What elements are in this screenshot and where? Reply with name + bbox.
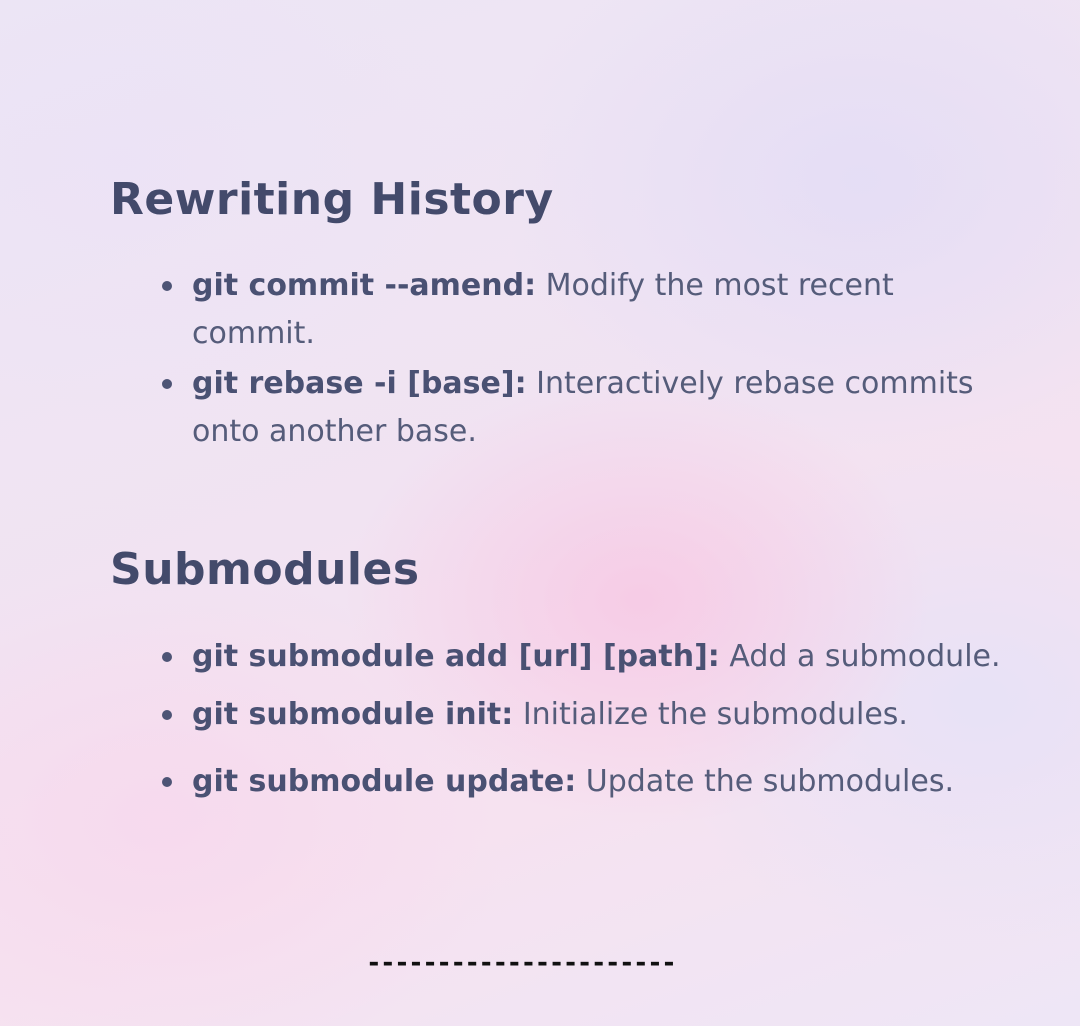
command-name: git submodule init: — [192, 697, 514, 732]
command-name: git submodule add [url] [path]: — [192, 639, 720, 674]
bullet-icon — [162, 281, 172, 291]
dashed-divider: ---------------------- — [366, 948, 677, 978]
command-name: git submodule update: — [192, 764, 577, 799]
list-item-git-rebase: git rebase -i [base]: Interactively reba… — [160, 360, 1020, 456]
list-item-git-submodule-update: git submodule update: Update the submodu… — [160, 758, 1020, 806]
command-name: git commit --amend: — [192, 268, 537, 303]
command-description: Add a submodule. — [719, 639, 1001, 674]
list-item-git-submodule-init: git submodule init: Initialize the submo… — [160, 691, 1020, 739]
section-title-rewriting-history: Rewriting History — [110, 174, 554, 225]
bullet-icon — [162, 777, 172, 787]
command-description: Update the submodules. — [576, 764, 955, 799]
bullet-icon — [162, 379, 172, 389]
rewriting-history-list: git commit --amend: Modify the most rece… — [160, 262, 1020, 458]
list-item-git-submodule-add: git submodule add [url] [path]: Add a su… — [160, 633, 1020, 681]
bullet-icon — [162, 652, 172, 662]
submodules-list: git submodule add [url] [path]: Add a su… — [160, 633, 1020, 806]
command-description: Initialize the submodules. — [513, 697, 908, 732]
section-title-submodules: Submodules — [110, 544, 420, 595]
list-item-git-commit-amend: git commit --amend: Modify the most rece… — [160, 262, 1020, 358]
command-name: git rebase -i [base]: — [192, 366, 527, 401]
bullet-icon — [162, 710, 172, 720]
